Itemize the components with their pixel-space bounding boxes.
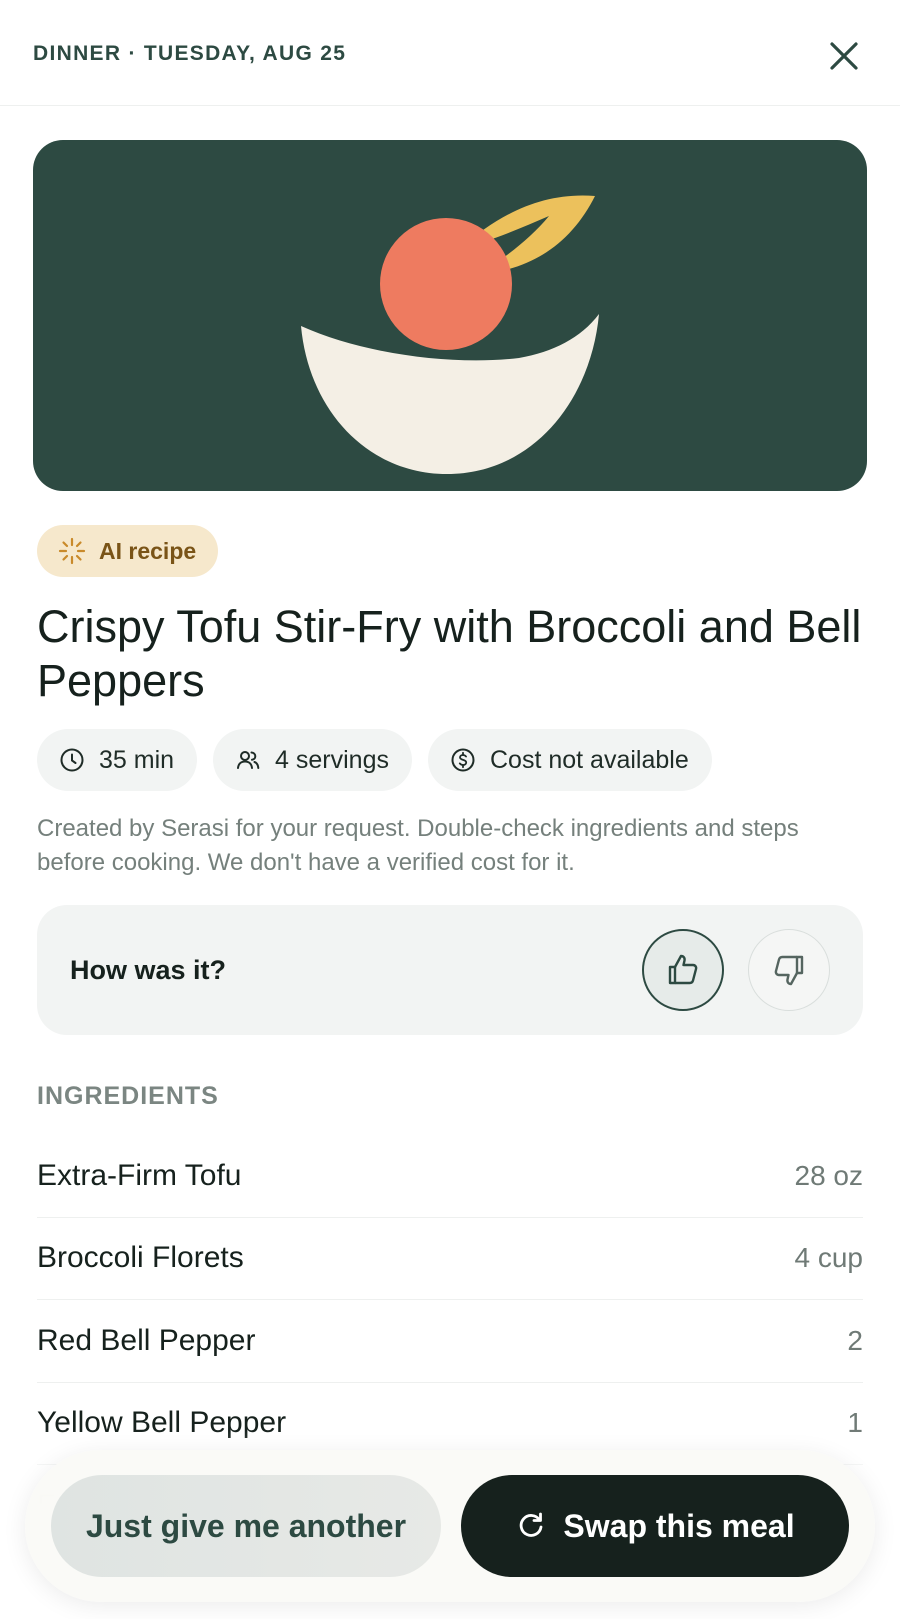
ingredient-qty: 28 oz bbox=[794, 1159, 864, 1191]
servings-chip-label: 4 servings bbox=[275, 745, 389, 774]
sparkle-icon bbox=[58, 537, 86, 565]
thumbs-down-icon bbox=[774, 955, 804, 986]
ingredient-qty: 4 cup bbox=[794, 1242, 864, 1274]
ai-recipe-badge: AI recipe bbox=[37, 525, 219, 577]
feedback-question: How was it? bbox=[70, 955, 227, 985]
ingredient-row: Extra-Firm Tofu 28 oz bbox=[37, 1135, 863, 1218]
meal-date-title: DINNER · TUESDAY, AUG 25 bbox=[33, 42, 347, 65]
thumbs-up-icon bbox=[668, 954, 698, 985]
time-chip: 35 min bbox=[37, 729, 198, 791]
swap-meal-label: Swap this meal bbox=[563, 1507, 795, 1544]
ingredients-heading: INGREDIENTS bbox=[37, 1082, 219, 1110]
ingredient-qty: 2 bbox=[847, 1324, 863, 1356]
bottom-action-bar: Just give me another Swap this meal bbox=[25, 1450, 875, 1602]
fruit-shape bbox=[380, 218, 512, 350]
ingredient-name: Red Bell Pepper bbox=[37, 1323, 256, 1357]
feedback-card: How was it? bbox=[37, 905, 863, 1035]
fruit-bowl-illustration bbox=[301, 195, 599, 474]
people-icon bbox=[237, 751, 260, 769]
badge-label: AI recipe bbox=[99, 537, 197, 564]
cost-chip: Cost not available bbox=[428, 729, 712, 791]
recipe-meta-chips: 35 min 4 servings Cost not available bbox=[37, 729, 712, 791]
ingredient-row: Red Bell Pepper 2 bbox=[37, 1300, 863, 1383]
ingredient-name: Extra-Firm Tofu bbox=[37, 1158, 242, 1192]
clock-icon bbox=[60, 748, 84, 772]
recipe-title: Crispy Tofu Stir-Fry with Broccoli and B… bbox=[37, 601, 862, 706]
swap-meal-button[interactable]: Swap this meal bbox=[461, 1475, 849, 1577]
servings-chip: 4 servings bbox=[213, 729, 412, 791]
time-chip-label: 35 min bbox=[99, 745, 175, 774]
ai-disclaimer-note: Created by Serasi for your request. Doub… bbox=[37, 815, 799, 876]
ingredient-row: Broccoli Florets 4 cup bbox=[37, 1218, 864, 1300]
dollar-icon bbox=[451, 748, 475, 772]
thumbs-down-button[interactable] bbox=[748, 929, 830, 1011]
thumbs-up-button[interactable] bbox=[642, 929, 724, 1011]
header-bar: DINNER · TUESDAY, AUG 25 bbox=[0, 0, 900, 106]
ingredient-name: Broccoli Florets bbox=[37, 1241, 244, 1275]
recipe-hero-image bbox=[33, 140, 867, 491]
close-button[interactable] bbox=[826, 38, 862, 74]
give-another-button[interactable]: Just give me another bbox=[51, 1475, 441, 1577]
cost-chip-label: Cost not available bbox=[490, 745, 689, 774]
close-icon bbox=[830, 42, 858, 70]
refresh-icon bbox=[520, 1512, 543, 1537]
